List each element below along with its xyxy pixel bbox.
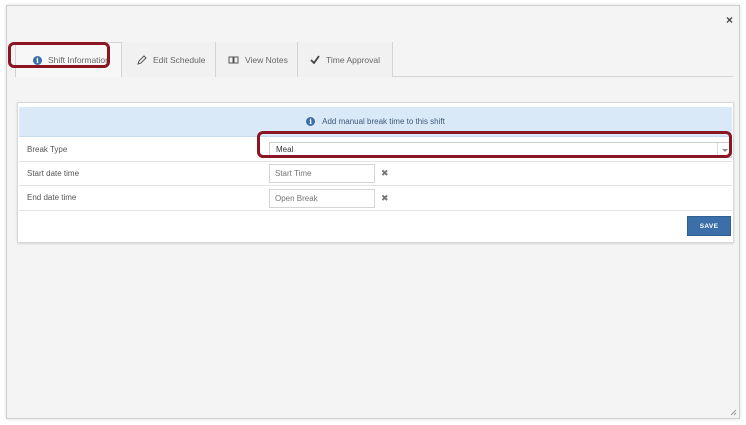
checkmark-icon [310,55,320,64]
start-date-label: Start date time [27,169,80,178]
info-banner: i Add manual break time to this shift [19,107,732,137]
clear-end-icon[interactable]: ✖ [381,193,389,204]
tab-label: Shift Information [48,55,110,65]
tab-shift-information[interactable]: i Shift Information [15,42,122,77]
tab-view-notes[interactable]: View Notes [216,42,298,77]
banner-text: Add manual break time to this shift [322,117,445,126]
info-icon: i [33,55,42,65]
pencil-icon [137,54,147,65]
tab-bar: i Shift Information Edit Schedule View N… [15,42,733,77]
tab-edit-schedule[interactable]: Edit Schedule [122,42,216,77]
close-icon[interactable]: × [726,14,733,26]
break-type-row: Break Type Meal [19,137,732,162]
break-type-value: Meal [276,145,294,154]
clear-start-icon[interactable]: ✖ [381,168,389,179]
end-date-row: End date time ✖ [19,186,732,211]
book-icon [228,56,239,64]
break-type-select[interactable]: Meal [269,142,732,158]
end-date-label: End date time [27,193,77,202]
tab-label: Time Approval [326,54,381,65]
tab-label: View Notes [245,54,288,65]
break-type-label: Break Type [27,145,68,154]
save-button[interactable]: SAVE [687,216,731,236]
chevron-down-icon[interactable] [717,143,731,157]
end-time-input[interactable] [269,189,375,208]
break-panel: i Add manual break time to this shift Br… [17,102,734,243]
modal-dialog: × i Shift Information Edit Schedule View… [6,5,740,419]
start-time-input[interactable] [269,164,375,183]
tab-label: Edit Schedule [153,54,206,65]
info-icon: i [306,117,316,126]
tab-time-approval[interactable]: Time Approval [298,42,393,77]
resize-handle-icon[interactable] [729,408,737,416]
start-date-row: Start date time ✖ [19,162,732,186]
